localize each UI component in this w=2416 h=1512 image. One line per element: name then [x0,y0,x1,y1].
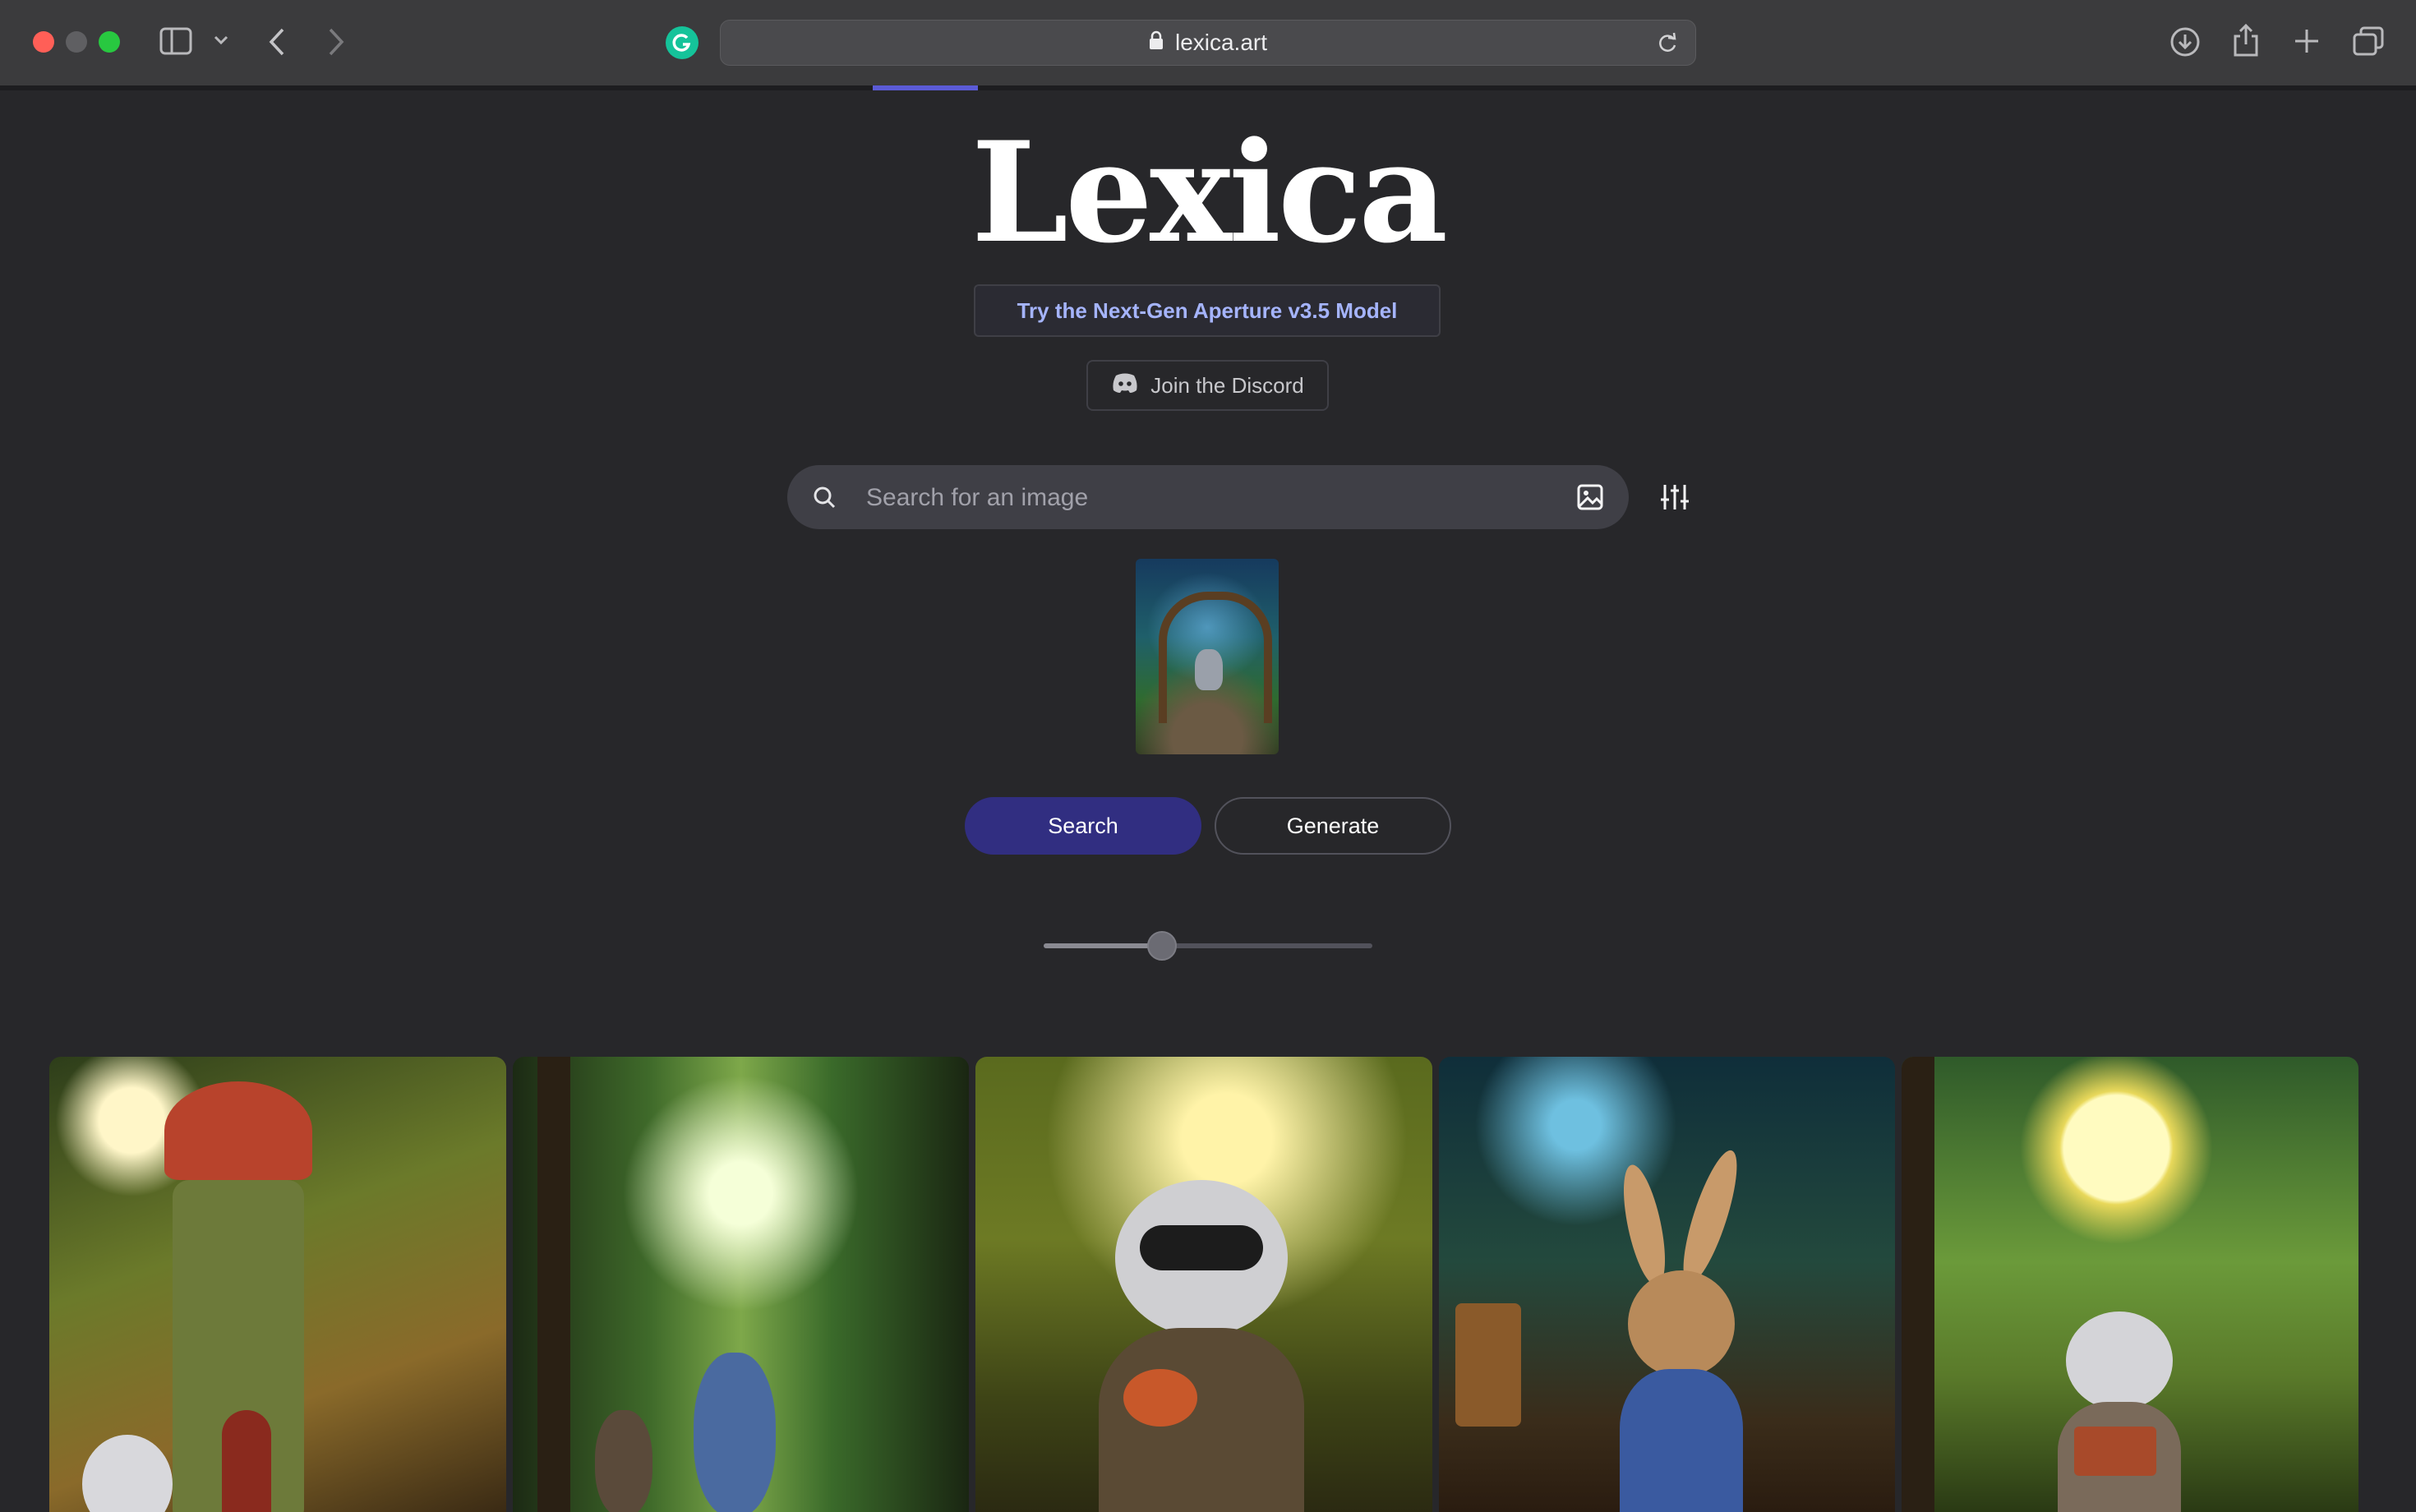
search-icon [812,485,837,514]
gallery-image-raccoon-autumn[interactable] [975,1057,1432,1512]
minimize-window-button[interactable] [66,31,87,53]
discord-icon [1111,372,1139,399]
gallery-image-rabbit-reading[interactable] [1438,1057,1896,1512]
loading-progress-indicator [873,85,978,90]
search-button[interactable]: Search [965,797,1201,855]
image-gallery [49,1057,2358,1512]
gallery-image-raccoon-moon-book[interactable] [1902,1057,2358,1512]
share-icon[interactable] [2232,23,2260,58]
gallery-image-forest-raccoons[interactable] [512,1057,970,1512]
zoom-slider[interactable] [1044,931,1372,961]
search-bar [787,465,1629,531]
site-logo[interactable]: Lexica [0,123,2416,261]
image-upload-icon[interactable] [1576,483,1604,515]
filters-icon[interactable] [1660,483,1690,515]
zoom-slider-fill [1044,943,1162,948]
address-bar[interactable]: lexica.art [720,20,1696,66]
maximize-window-button[interactable] [99,31,120,53]
gallery-image-treehouse-bunny[interactable] [49,1057,506,1512]
reload-icon[interactable] [1656,31,1679,60]
grammarly-icon[interactable] [666,26,699,59]
tabs-overview-icon[interactable] [2352,25,2385,57]
discord-button[interactable]: Join the Discord [1086,360,1329,411]
promo-button[interactable]: Try the Next-Gen Aperture v3.5 Model [974,284,1441,337]
download-icon[interactable] [2169,26,2201,58]
promo-label: Try the Next-Gen Aperture v3.5 Model [1017,297,1398,323]
discord-label: Join the Discord [1150,372,1304,398]
lock-icon [1149,30,1164,56]
chevron-down-icon[interactable] [214,35,228,46]
reference-image-thumbnail[interactable] [1136,559,1279,754]
page-top-border [0,85,2416,90]
generate-button[interactable]: Generate [1215,797,1451,855]
chevron-left-icon[interactable] [268,27,286,57]
url-text: lexica.art [1174,30,1268,55]
close-window-button[interactable] [33,31,54,53]
chevron-right-icon[interactable] [327,27,345,57]
search-input[interactable] [865,465,1525,531]
browser-toolbar: lexica.art [0,0,2416,87]
plus-icon[interactable] [2293,27,2321,55]
sidebar-icon[interactable] [159,27,192,55]
zoom-slider-thumb[interactable] [1147,931,1177,961]
